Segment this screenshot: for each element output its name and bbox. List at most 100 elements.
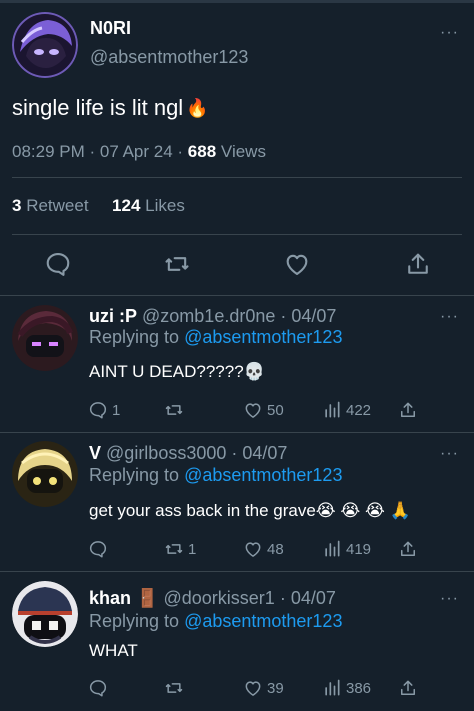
retweet-button[interactable] bbox=[164, 399, 188, 421]
user-handle[interactable]: @girlboss3000 bbox=[106, 443, 226, 463]
reply-date: 04/07 bbox=[291, 306, 337, 326]
retweet-button[interactable] bbox=[164, 677, 188, 699]
like-count: 39 bbox=[267, 679, 284, 697]
reply-actions: 1 50 422 bbox=[88, 399, 428, 421]
share-icon bbox=[401, 680, 415, 695]
mention-link[interactable]: @absentmother123 bbox=[184, 327, 342, 347]
more-options-icon[interactable]: ··· bbox=[440, 24, 459, 42]
mention-link[interactable]: @absentmother123 bbox=[184, 465, 342, 485]
divider bbox=[12, 234, 462, 235]
replying-to: Replying to @absentmother123 bbox=[89, 611, 342, 632]
share-button[interactable] bbox=[398, 399, 418, 421]
reply-actions: 39 386 bbox=[88, 677, 428, 699]
like-icon bbox=[245, 681, 261, 696]
tweet-actions bbox=[0, 250, 474, 278]
retweet-icon bbox=[165, 683, 183, 693]
like-icon bbox=[245, 403, 261, 418]
views-count: 419 bbox=[346, 540, 372, 558]
views-label: Views bbox=[220, 142, 266, 161]
reply-icon bbox=[89, 402, 107, 419]
reply-header: khan 🚪 @doorkisser1 · 04/07 bbox=[89, 588, 336, 608]
fire-emoji: 🔥 bbox=[186, 97, 209, 118]
reply-button[interactable] bbox=[88, 538, 112, 560]
reply-button[interactable]: 1 bbox=[88, 399, 120, 421]
share-icon bbox=[401, 541, 415, 556]
reply-count: 1 bbox=[112, 401, 121, 419]
reply-tweet[interactable]: khan 🚪 @doorkisser1 · 04/07 ··· Replying… bbox=[0, 572, 474, 711]
share-icon bbox=[408, 253, 428, 274]
tweet-date: 07 Apr 24 bbox=[99, 142, 173, 161]
views-count: 386 bbox=[346, 679, 372, 697]
views-icon bbox=[325, 679, 340, 696]
reply-tweet[interactable]: V @girlboss3000 · 04/07 ··· Replying to … bbox=[0, 433, 474, 571]
avatar[interactable] bbox=[12, 581, 78, 647]
avatar-image bbox=[12, 581, 78, 647]
reply-button[interactable] bbox=[88, 677, 112, 699]
mention-link[interactable]: @absentmother123 bbox=[184, 611, 342, 631]
retweet-icon bbox=[165, 405, 183, 415]
avatar[interactable] bbox=[12, 305, 78, 371]
display-name[interactable]: uzi :P bbox=[89, 306, 137, 326]
name-emoji: 🚪 bbox=[136, 588, 159, 608]
user-handle[interactable]: @doorkisser1 bbox=[163, 588, 274, 608]
replying-label: Replying to bbox=[89, 327, 180, 347]
user-handle[interactable]: @absentmother123 bbox=[90, 47, 248, 68]
tweet-time: 08:29 PM bbox=[12, 142, 85, 161]
tweet-text-body: single life is lit ngl bbox=[12, 95, 184, 120]
user-handle[interactable]: @zomb1e.dr0ne bbox=[142, 306, 275, 326]
share-button[interactable] bbox=[398, 538, 418, 560]
likes-count[interactable]: 124 bbox=[112, 196, 140, 215]
share-icon bbox=[401, 402, 415, 417]
share-button[interactable] bbox=[404, 250, 432, 278]
main-tweet: N0RI @absentmother123 ··· single life is… bbox=[0, 0, 474, 296]
like-count: 48 bbox=[267, 540, 284, 558]
share-button[interactable] bbox=[398, 677, 418, 699]
avatar[interactable] bbox=[12, 12, 78, 78]
retweet-button[interactable] bbox=[163, 250, 191, 278]
avatar[interactable] bbox=[12, 441, 78, 507]
reply-date: 04/07 bbox=[290, 588, 336, 608]
display-name[interactable]: V bbox=[89, 443, 101, 463]
tweet-text: single life is lit ngl 🔥 bbox=[12, 95, 209, 121]
tweet-meta: 08:29 PM · 07 Apr 24 · 688 Views bbox=[12, 142, 266, 161]
reply-tweet[interactable]: uzi :P @zomb1e.dr0ne · 04/07 ··· Replyin… bbox=[0, 296, 474, 432]
reply-text: AINT U DEAD?????💀 bbox=[89, 362, 265, 381]
like-button[interactable]: 39 bbox=[243, 677, 284, 699]
reply-text: WHAT bbox=[89, 641, 138, 660]
replying-to: Replying to @absentmother123 bbox=[89, 465, 342, 486]
views-button[interactable]: 419 bbox=[322, 538, 371, 560]
retweets-label[interactable]: Retweet bbox=[26, 196, 88, 215]
display-name[interactable]: N0RI bbox=[90, 18, 131, 39]
views-button[interactable]: 386 bbox=[322, 677, 371, 699]
reply-icon bbox=[89, 680, 107, 697]
more-options-icon[interactable]: ··· bbox=[440, 445, 459, 463]
divider bbox=[12, 177, 462, 178]
retweet-icon bbox=[165, 257, 189, 271]
likes-label[interactable]: Likes bbox=[145, 196, 185, 215]
reply-actions: 1 48 419 bbox=[88, 538, 428, 560]
avatar-image bbox=[12, 305, 78, 371]
tweet-stats: 3 Retweet 124 Likes bbox=[12, 196, 185, 216]
retweet-icon bbox=[165, 544, 183, 554]
reply-icon bbox=[89, 541, 107, 558]
views-count: 422 bbox=[346, 401, 372, 419]
views-icon bbox=[325, 540, 340, 557]
reply-icon bbox=[46, 253, 70, 276]
views-button[interactable]: 422 bbox=[322, 399, 371, 421]
like-button[interactable] bbox=[283, 250, 311, 278]
reply-header: V @girlboss3000 · 04/07 bbox=[89, 443, 288, 463]
like-button[interactable]: 50 bbox=[243, 399, 284, 421]
more-options-icon[interactable]: ··· bbox=[440, 308, 459, 326]
like-button[interactable]: 48 bbox=[243, 538, 284, 560]
reply-text: get your ass back in the grave😭 😭 😭 🙏 bbox=[89, 501, 411, 520]
avatar-image bbox=[12, 441, 78, 507]
reply-button[interactable] bbox=[44, 250, 72, 278]
retweets-count[interactable]: 3 bbox=[12, 196, 21, 215]
more-options-icon[interactable]: ··· bbox=[440, 590, 459, 608]
retweet-count: 1 bbox=[188, 540, 197, 558]
display-name[interactable]: khan bbox=[89, 588, 131, 608]
reply-date: 04/07 bbox=[242, 443, 288, 463]
like-count: 50 bbox=[267, 401, 284, 419]
replying-label: Replying to bbox=[89, 611, 180, 631]
retweet-button[interactable]: 1 bbox=[164, 538, 196, 560]
